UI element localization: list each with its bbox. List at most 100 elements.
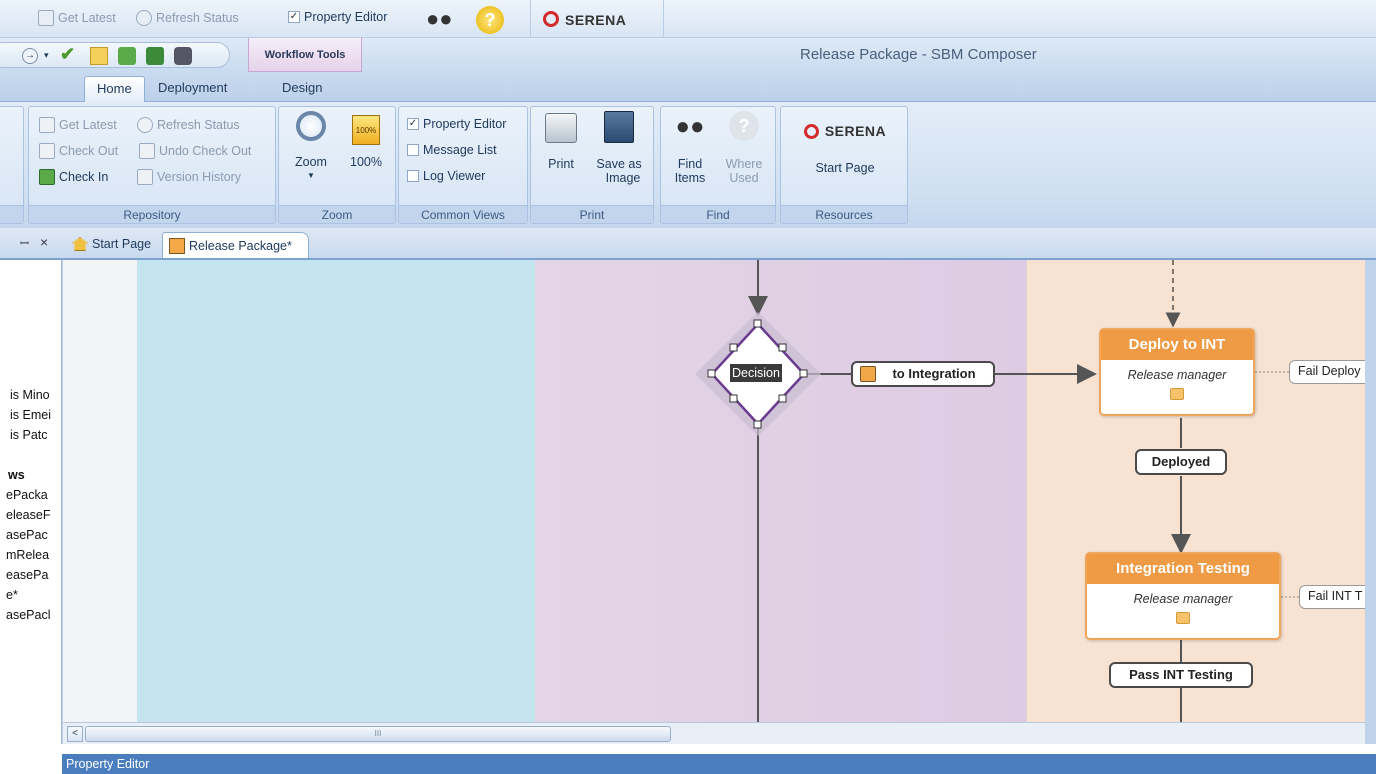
where-used-button[interactable]: ? Where Used — [719, 111, 769, 185]
check-in-icon — [39, 169, 55, 185]
list-item[interactable]: ePacka — [6, 488, 48, 502]
start-page-button[interactable]: SERENA Start Page — [785, 121, 905, 175]
tab-release-package[interactable]: Release Package* — [162, 232, 309, 258]
document-tab-bar: Start Page Release Package* — [62, 228, 1376, 260]
ribbon: Get Latest Refresh Status Check Out Undo… — [0, 102, 1376, 228]
list-item[interactable]: asePacl — [6, 608, 50, 622]
pin-icon[interactable]: ꟷ — [20, 236, 29, 251]
integration-testing-state[interactable]: Integration Testing Release manager — [1085, 552, 1281, 640]
undo-check-out-icon — [139, 143, 155, 159]
state-title: Deploy to INT — [1101, 330, 1253, 360]
find-items-button[interactable]: ●● Find Items — [667, 111, 713, 185]
top-get-latest-button[interactable]: Get Latest — [38, 10, 116, 26]
check-out-button[interactable]: Check Out — [39, 143, 118, 159]
deployed-transition[interactable]: Deployed — [1135, 449, 1227, 475]
list-item[interactable]: eleaseF — [6, 508, 50, 522]
horizontal-scrollbar[interactable]: < III — [63, 722, 1365, 744]
tab-design[interactable]: Design — [270, 76, 334, 102]
scrollbar-thumb[interactable]: III — [85, 726, 671, 742]
bottom-gap — [62, 744, 1376, 754]
list-item[interactable]: easePa — [6, 568, 48, 582]
list-item[interactable]: e* — [6, 588, 18, 602]
forward-arrow-icon[interactable]: → — [22, 48, 38, 64]
state-role: Release manager — [1127, 368, 1227, 382]
property-editor-checkbox[interactable]: ✓ Property Editor — [407, 117, 506, 131]
zoom-100-icon: 100% — [352, 115, 380, 145]
refresh-status-button[interactable]: Refresh Status — [137, 117, 240, 133]
decision-label[interactable]: Decision — [730, 364, 782, 382]
undo-check-out-button[interactable]: Undo Check Out — [139, 143, 251, 159]
find-icon[interactable] — [174, 47, 192, 65]
partial-group — [0, 106, 24, 224]
get-latest-button[interactable]: Get Latest — [39, 117, 117, 133]
top-property-editor-checkbox[interactable]: ✓ Property Editor — [288, 10, 387, 24]
save-as-image-button[interactable]: Save as Image — [589, 111, 649, 185]
left-panel-bottom — [0, 744, 62, 774]
help-icon[interactable]: ? — [476, 6, 504, 34]
zoom-button[interactable]: Zoom ▼ — [285, 111, 337, 183]
fail-int-transition[interactable]: Fail INT T — [1299, 585, 1365, 609]
publish-icon[interactable] — [146, 47, 164, 65]
check-in-button[interactable]: Check In — [39, 169, 108, 185]
top-refresh-status-button[interactable]: Refresh Status — [136, 10, 239, 26]
print-button[interactable]: Print — [539, 113, 583, 171]
fail-deploy-transition[interactable]: Fail Deploy — [1289, 360, 1365, 384]
deploy-icon[interactable] — [118, 47, 136, 65]
zoom-100-button[interactable]: 100% 100% — [341, 115, 391, 169]
where-used-icon: ? — [729, 111, 759, 141]
checkbox-checked-icon: ✓ — [288, 11, 300, 23]
binoculars-icon: ●● — [675, 113, 705, 140]
log-viewer-checkbox[interactable]: Log Viewer — [407, 169, 485, 183]
tab-start-page[interactable]: Start Page — [66, 232, 157, 256]
deploy-to-int-state[interactable]: Deploy to INT Release manager — [1099, 328, 1255, 416]
scroll-left-icon[interactable]: < — [67, 726, 83, 742]
serena-logo-icon — [543, 11, 559, 27]
repository-group: Get Latest Refresh Status Check Out Undo… — [28, 106, 276, 224]
close-icon[interactable]: × — [40, 234, 48, 250]
tab-home[interactable]: Home — [84, 76, 145, 102]
export-icon[interactable] — [90, 47, 108, 65]
find-group: ●● Find Items ? Where Used Find — [660, 106, 776, 224]
validate-check-icon[interactable]: ✔ — [60, 44, 75, 65]
refresh-icon — [137, 117, 153, 133]
version-history-button[interactable]: Version History — [137, 169, 241, 185]
find-group-label: Find — [661, 205, 775, 223]
pass-int-testing-transition[interactable]: Pass INT Testing — [1109, 662, 1253, 688]
binoculars-icon[interactable]: ●● — [426, 6, 453, 32]
printer-icon — [545, 113, 577, 143]
left-explorer-panel: is Mino is Emei is Patc ws ePacka elease… — [0, 260, 62, 754]
window-title: Release Package - SBM Composer — [800, 46, 1037, 63]
to-integration-transition[interactable]: to Integration — [851, 361, 995, 387]
top-toolbar-strip: Get Latest Refresh Status ✓ Property Edi… — [0, 0, 1376, 38]
workflow-canvas[interactable]: Decision to Integration Deploy to INT Re… — [63, 260, 1365, 722]
state-title: Integration Testing — [1087, 554, 1279, 584]
top-brand-label: SERENA — [565, 12, 627, 28]
dropdown-arrow-icon[interactable]: ▾ — [44, 50, 49, 61]
transition-icon — [860, 366, 876, 382]
refresh-icon — [136, 10, 152, 26]
list-item[interactable]: is Mino — [10, 388, 50, 402]
flag-icon — [38, 10, 54, 26]
list-item[interactable]: is Emei — [10, 408, 51, 422]
state-role: Release manager — [1133, 592, 1233, 606]
top-brand-area: SERENA — [530, 0, 664, 38]
version-history-icon — [137, 169, 153, 185]
tab-deployment[interactable]: Deployment — [146, 76, 239, 102]
checkbox-unchecked-icon — [407, 144, 419, 156]
resources-brand-label: SERENA — [824, 123, 887, 139]
property-editor-panel-header[interactable]: Property Editor — [62, 754, 1376, 774]
message-list-checkbox[interactable]: Message List — [407, 143, 497, 157]
check-out-icon — [39, 143, 55, 159]
quick-access-toolbar: → ▾ ✔ Workflow Tools Release Package - S… — [0, 38, 1376, 72]
workflow-icon — [169, 237, 185, 254]
right-edge — [1365, 260, 1376, 744]
checkbox-checked-icon: ✓ — [407, 118, 419, 130]
print-group: Print Save as Image Print — [530, 106, 654, 224]
list-item[interactable]: is Patc — [10, 428, 48, 442]
dropdown-arrow-icon: ▼ — [307, 171, 315, 180]
zoom-group-label: Zoom — [279, 205, 395, 223]
serena-logo-icon — [803, 123, 819, 139]
common-views-group: ✓ Property Editor Message List Log Viewe… — [398, 106, 528, 224]
list-item[interactable]: mRelea — [6, 548, 49, 562]
list-item[interactable]: asePac — [6, 528, 48, 542]
